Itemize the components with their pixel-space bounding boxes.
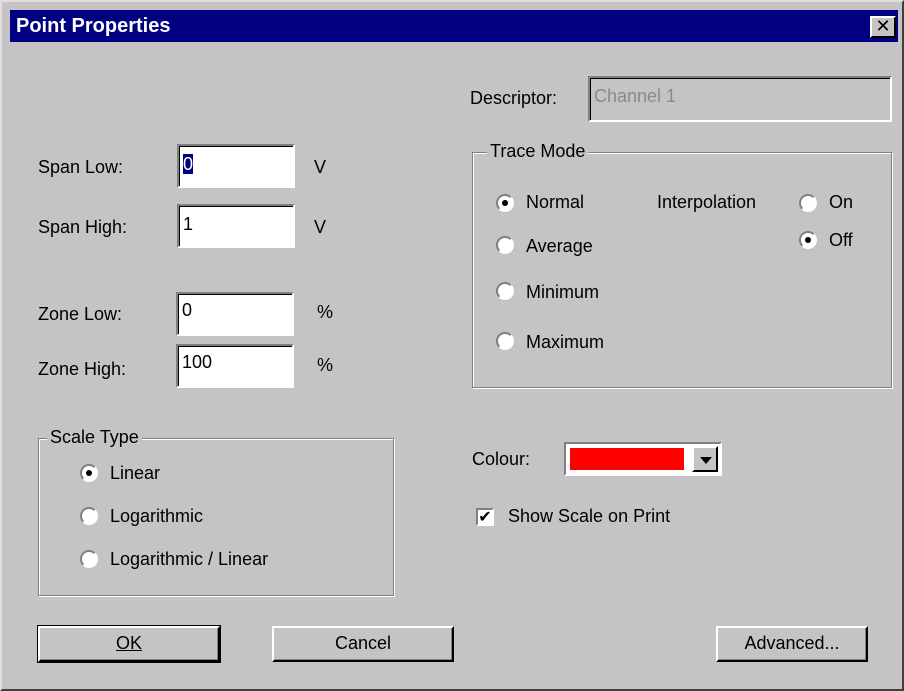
colour-dropdown[interactable] — [564, 442, 722, 476]
point-properties-dialog: Point Properties ✕ Descriptor: Channel 1… — [0, 0, 904, 691]
descriptor-label: Descriptor: — [470, 88, 558, 108]
trace-maximum-label[interactable]: Maximum — [526, 332, 604, 353]
cancel-button[interactable]: Cancel — [272, 626, 454, 662]
scale-logarithmic-label[interactable]: Logarithmic — [110, 506, 203, 527]
trace-minimum-label[interactable]: Minimum — [526, 282, 599, 303]
dialog-title: Point Properties — [16, 15, 171, 37]
close-icon: ✕ — [875, 16, 891, 37]
interpolation-off-radio[interactable] — [799, 231, 817, 249]
colour-label: Colour: — [472, 449, 531, 469]
zone-low-input[interactable]: 0 — [176, 292, 294, 336]
trace-average-radio[interactable] — [496, 236, 514, 254]
chevron-down-icon — [700, 457, 712, 464]
close-button[interactable]: ✕ — [870, 16, 896, 38]
colour-dropdown-button[interactable] — [692, 446, 718, 472]
zone-high-input[interactable]: 100 — [176, 344, 294, 388]
interpolation-off-label[interactable]: Off — [829, 230, 853, 251]
span-low-input[interactable]: 0 — [177, 144, 295, 188]
interpolation-label: Interpolation — [657, 192, 757, 212]
trace-mode-title: Trace Mode — [487, 141, 589, 162]
colour-swatch — [570, 448, 684, 470]
checkmark-icon: ✔ — [478, 507, 492, 526]
advanced-button[interactable]: Advanced... — [716, 626, 868, 662]
interpolation-on-label[interactable]: On — [829, 192, 853, 213]
scale-linear-label[interactable]: Linear — [110, 463, 160, 484]
span-high-label: Span High: — [38, 217, 128, 237]
trace-normal-label[interactable]: Normal — [526, 192, 584, 213]
span-low-label: Span Low: — [38, 157, 124, 177]
scale-loglinear-label[interactable]: Logarithmic / Linear — [110, 549, 268, 570]
scale-type-title: Scale Type — [47, 427, 142, 448]
trace-average-label[interactable]: Average — [526, 236, 593, 257]
trace-normal-radio[interactable] — [496, 194, 514, 212]
show-scale-checkbox[interactable]: ✔ — [476, 508, 494, 526]
trace-maximum-radio[interactable] — [496, 332, 514, 350]
zone-low-unit: % — [317, 302, 334, 322]
scale-loglinear-radio[interactable] — [80, 550, 98, 568]
scale-linear-radio[interactable] — [80, 464, 98, 482]
ok-button[interactable]: OK — [37, 625, 221, 663]
scale-logarithmic-radio[interactable] — [80, 507, 98, 525]
zone-high-label: Zone High: — [38, 359, 127, 379]
span-high-input[interactable]: 1 — [177, 204, 295, 248]
trace-minimum-radio[interactable] — [496, 282, 514, 300]
zone-low-label: Zone Low: — [38, 304, 123, 324]
span-low-unit: V — [314, 157, 327, 177]
descriptor-field[interactable]: Channel 1 — [588, 76, 892, 122]
show-scale-label[interactable]: Show Scale on Print — [508, 506, 670, 527]
title-bar[interactable]: Point Properties — [10, 10, 898, 42]
zone-high-unit: % — [317, 355, 334, 375]
span-high-unit: V — [314, 217, 327, 237]
interpolation-on-radio[interactable] — [799, 194, 817, 212]
